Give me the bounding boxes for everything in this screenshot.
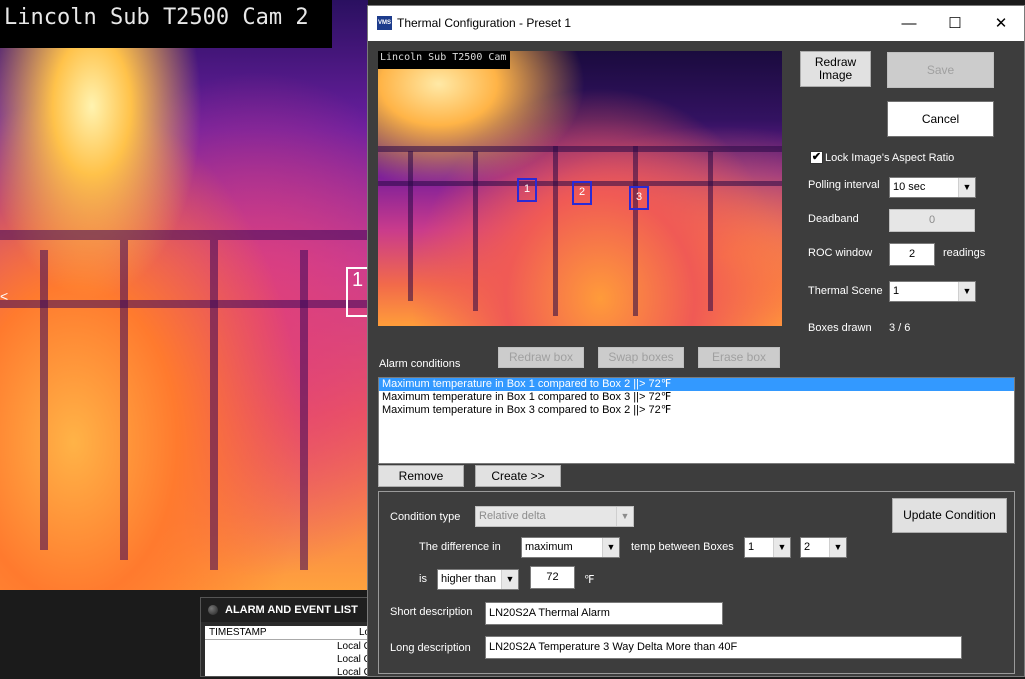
update-condition-button[interactable]: Update Condition [892, 498, 1007, 533]
erase-box-button[interactable]: Erase box [698, 347, 780, 368]
lock-aspect-checkbox[interactable]: ✔ [810, 151, 823, 164]
short-description-label: Short description [390, 606, 473, 618]
roc-window-unit: readings [943, 247, 986, 259]
condition-type-select[interactable]: Relative delta ▼ [475, 506, 634, 527]
measurement-box-3[interactable]: 3 [629, 186, 649, 210]
difference-select[interactable]: maximum ▼ [521, 537, 620, 558]
thermal-scene-select[interactable]: 1 ▼ [889, 281, 976, 302]
close-button[interactable]: ✕ [978, 6, 1024, 41]
column-header-timestamp[interactable]: TIMESTAMP [209, 627, 267, 638]
deadband-field[interactable]: 0 [889, 209, 975, 232]
thermal-configuration-dialog: VMS Thermal Configuration - Preset 1 — ☐… [367, 5, 1025, 677]
background-camera-label: Lincoln Sub T2500 Cam 2 [0, 0, 332, 48]
comparison-value: higher than [441, 573, 497, 585]
dialog-title: Thermal Configuration - Preset 1 [397, 16, 572, 30]
create-button[interactable]: Create >> [475, 465, 561, 487]
save-button[interactable]: Save [887, 52, 994, 88]
preview-camera-label: Lincoln Sub T2500 Cam 2 [378, 51, 510, 69]
thermal-scene-value: 1 [893, 285, 900, 297]
chevron-down-icon[interactable]: ▼ [602, 538, 619, 557]
thermal-preview-image[interactable]: Lincoln Sub T2500 Cam 2 1 2 3 [378, 51, 782, 326]
thermal-scene-label: Thermal Scene [808, 285, 883, 297]
difference-label: The difference in [419, 541, 501, 553]
box-b-value: 2 [804, 541, 811, 553]
chevron-down-icon[interactable]: ▼ [773, 538, 790, 557]
temp-between-boxes-label: temp between Boxes [631, 541, 734, 553]
short-description-field[interactable]: LN20S2A Thermal Alarm [485, 602, 723, 625]
roc-window-label: ROC window [808, 247, 873, 259]
cancel-button[interactable]: Cancel [887, 101, 994, 137]
threshold-field[interactable]: 72 [530, 566, 575, 589]
alarm-event-list-title-text: ALARM AND EVENT LIST [225, 604, 358, 616]
alarm-conditions-label: Alarm conditions [379, 358, 461, 370]
title-bar[interactable]: VMS Thermal Configuration - Preset 1 — ☐… [368, 6, 1024, 41]
unit-label: ℉ [584, 574, 595, 586]
long-description-label: Long description [390, 642, 471, 654]
long-description-field[interactable]: LN20S2A Temperature 3 Way Delta More tha… [485, 636, 962, 659]
app-icon: VMS [377, 16, 392, 30]
box-a-value: 1 [748, 541, 755, 553]
measurement-box-2[interactable]: 2 [572, 181, 592, 205]
alarm-event-table[interactable]: TIMESTAMP Lo Local C Local C Local C [205, 626, 374, 679]
table-row[interactable]: Local C [205, 666, 374, 679]
redraw-image-button[interactable]: Redraw Image [800, 51, 871, 87]
chevron-down-icon[interactable]: ▼ [958, 282, 975, 301]
alarm-conditions-list[interactable]: Maximum temperature in Box 1 compared to… [378, 377, 1015, 464]
list-item[interactable]: Maximum temperature in Box 1 compared to… [379, 378, 1014, 391]
comparison-select[interactable]: higher than ▼ [437, 569, 519, 590]
difference-value: maximum [525, 541, 573, 553]
minimize-button[interactable]: — [886, 6, 932, 41]
list-item[interactable]: Maximum temperature in Box 3 compared to… [379, 404, 1014, 417]
chevron-down-icon[interactable]: ▼ [616, 507, 633, 526]
polling-interval-value: 10 sec [893, 181, 926, 193]
condition-type-value: Relative delta [479, 510, 546, 522]
table-row[interactable]: Local C [205, 640, 374, 653]
lock-aspect-label[interactable]: Lock Image's Aspect Ratio [825, 152, 954, 164]
box-b-select[interactable]: 2 ▼ [800, 537, 847, 558]
remove-button[interactable]: Remove [378, 465, 464, 487]
list-item[interactable]: Maximum temperature in Box 1 compared to… [379, 391, 1014, 404]
chevron-down-icon[interactable]: ▼ [501, 570, 518, 589]
boxes-drawn-label: Boxes drawn [808, 322, 872, 334]
boxes-drawn-value: 3 / 6 [889, 322, 911, 334]
box-a-select[interactable]: 1 ▼ [744, 537, 791, 558]
swap-boxes-button[interactable]: Swap boxes [598, 347, 684, 368]
alarm-table-header: TIMESTAMP Lo [205, 626, 374, 640]
condition-type-label: Condition type [390, 511, 461, 523]
alarm-event-list-title: ALARM AND EVENT LIST [201, 598, 374, 622]
chevron-down-icon[interactable]: ▼ [958, 178, 975, 197]
polling-interval-label: Polling interval [808, 179, 880, 191]
left-arrow-icon[interactable]: < [0, 288, 8, 304]
table-row[interactable]: Local C [205, 653, 374, 666]
chevron-down-icon[interactable]: ▼ [829, 538, 846, 557]
background-box-marker: 1 [346, 267, 368, 317]
status-dot-icon [208, 605, 218, 615]
maximize-button[interactable]: ☐ [932, 6, 978, 41]
polling-interval-select[interactable]: 10 sec ▼ [889, 177, 976, 198]
roc-window-field[interactable]: 2 [889, 243, 935, 266]
is-label: is [419, 573, 427, 585]
background-camera-view: Lincoln Sub T2500 Cam 2 1 < [0, 0, 368, 590]
deadband-label: Deadband [808, 213, 859, 225]
alarm-event-list-panel: ALARM AND EVENT LIST TIMESTAMP Lo Local … [200, 597, 375, 679]
redraw-box-button[interactable]: Redraw box [498, 347, 584, 368]
measurement-box-1[interactable]: 1 [517, 178, 537, 202]
